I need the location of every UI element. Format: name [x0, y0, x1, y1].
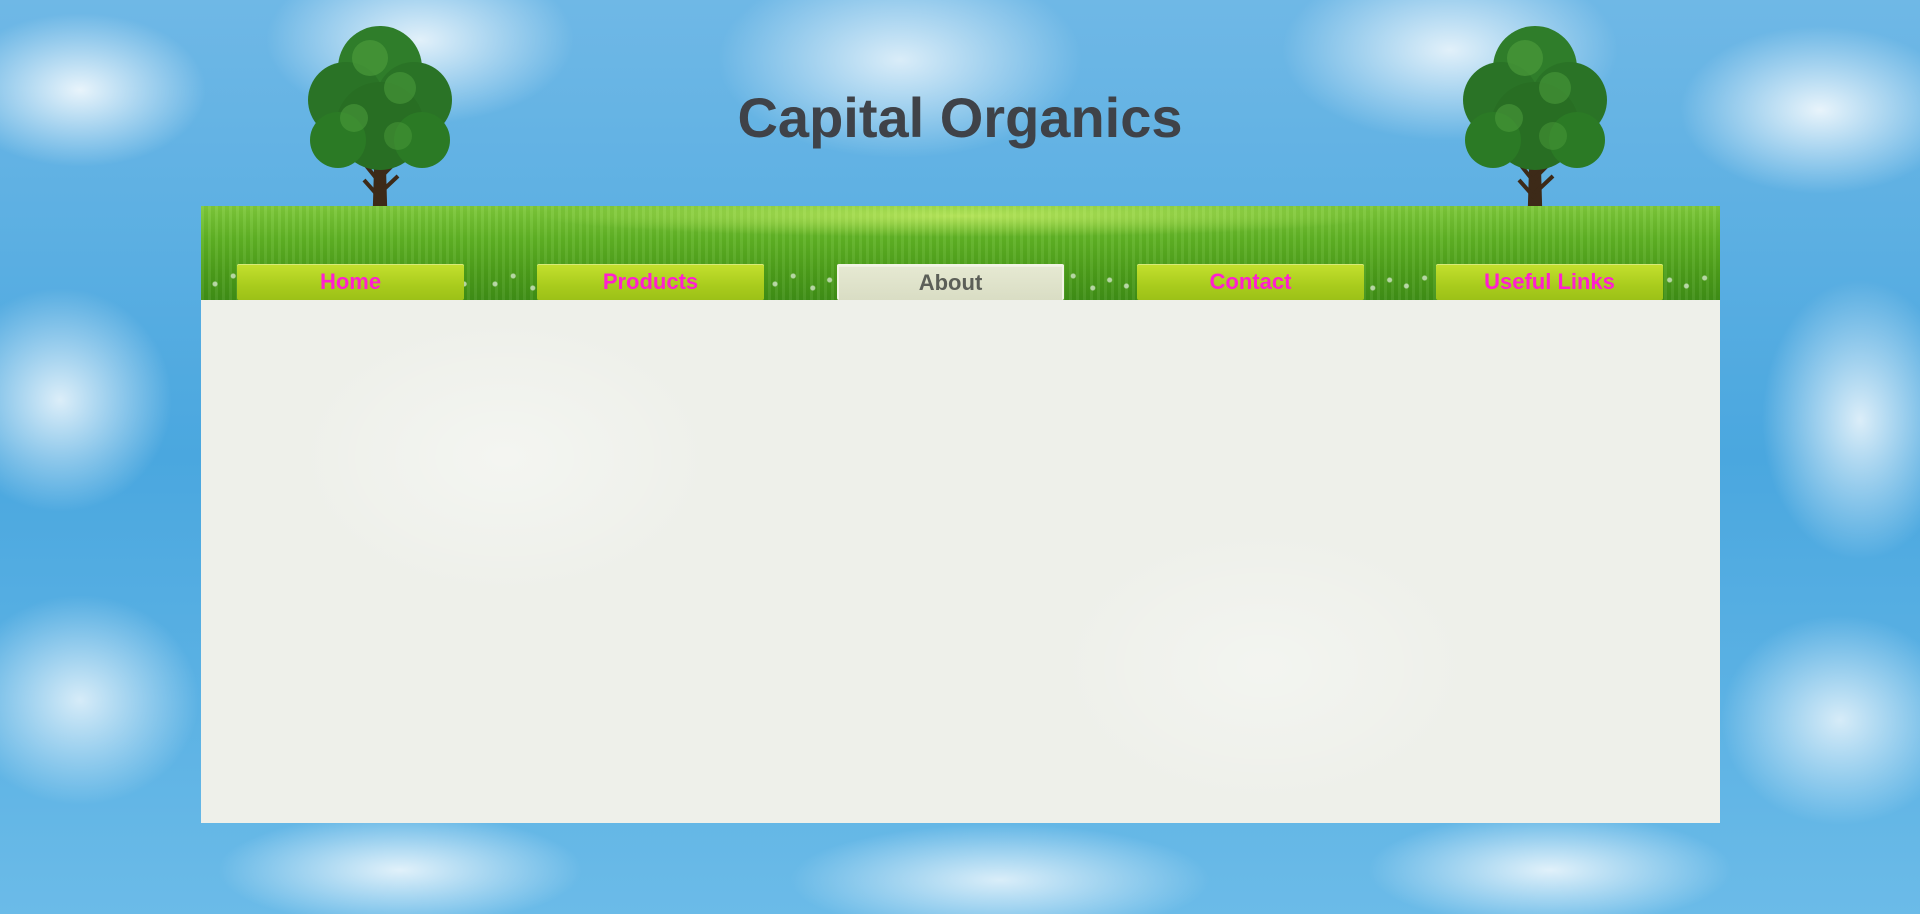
- nav-tab-contact[interactable]: Contact: [1137, 264, 1364, 300]
- nav-tab-home[interactable]: Home: [237, 264, 464, 300]
- content-panel: [201, 300, 1720, 823]
- nav-tab-useful-links[interactable]: Useful Links: [1436, 264, 1663, 300]
- main-nav: Home Products About Contact Useful Links: [201, 264, 1720, 300]
- nav-tab-about[interactable]: About: [837, 264, 1064, 300]
- site-title: Capital Organics: [737, 86, 1183, 149]
- nav-tab-products[interactable]: Products: [537, 264, 764, 300]
